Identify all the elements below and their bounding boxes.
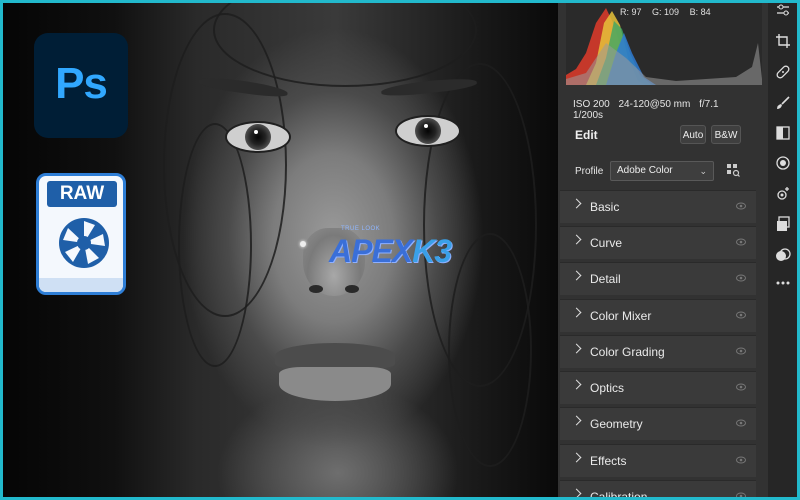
lens-value: 24-120@50 mm: [618, 99, 691, 110]
auto-button[interactable]: Auto: [680, 125, 706, 144]
profile-browser-icon[interactable]: [726, 163, 740, 177]
photoshop-logo-icon: Ps: [34, 33, 128, 138]
section-effects[interactable]: Effects: [560, 444, 756, 477]
more-icon[interactable]: [775, 275, 791, 291]
aperture-value: f/7.1: [699, 99, 719, 110]
section-label: Color Grading: [590, 345, 665, 359]
section-label: Color Mixer: [590, 309, 652, 323]
right-eye: [395, 115, 461, 147]
brush-icon[interactable]: [775, 95, 791, 111]
visibility-eye-icon[interactable]: [736, 492, 746, 497]
chevron-right-icon: [571, 343, 582, 354]
healing-icon[interactable]: [775, 64, 791, 80]
lower-lip: [279, 367, 391, 401]
section-color-mixer[interactable]: Color Mixer: [560, 299, 756, 332]
section-geometry[interactable]: Geometry: [560, 407, 756, 440]
tool-strip: [768, 3, 797, 497]
profile-label: Profile: [575, 166, 604, 177]
visibility-eye-icon[interactable]: [736, 456, 746, 464]
black-white-button[interactable]: B&W: [711, 125, 741, 144]
profile-dropdown[interactable]: Adobe Color ⌄: [610, 161, 714, 181]
visibility-eye-icon[interactable]: [736, 311, 746, 319]
visibility-eye-icon[interactable]: [736, 274, 746, 282]
raw-icon-footer: [39, 278, 123, 292]
iso-value: ISO 200: [573, 99, 610, 110]
photoshop-label: Ps: [55, 59, 108, 108]
section-calibration[interactable]: Calibration: [560, 480, 756, 497]
chevron-right-icon: [571, 198, 582, 209]
red-eye-icon[interactable]: [775, 186, 791, 202]
visibility-eye-icon[interactable]: [736, 419, 746, 427]
watermark-text: APEXK3: [329, 233, 452, 270]
edit-heading: Edit: [575, 128, 598, 142]
visibility-eye-icon[interactable]: [736, 202, 746, 210]
raw-file-icon: RAW: [36, 173, 126, 295]
watermark-tagline: TRUE LOOK: [341, 226, 381, 232]
chevron-right-icon: [571, 452, 582, 463]
chevron-right-icon: [571, 415, 582, 426]
section-optics[interactable]: Optics: [560, 371, 756, 404]
profile-value: Adobe Color: [617, 165, 673, 176]
blue-value: B: 84: [689, 7, 711, 17]
green-value: G: 109: [652, 7, 680, 17]
section-label: Calibration: [590, 490, 648, 497]
aperture-icon: [59, 218, 109, 268]
linear-gradient-icon[interactable]: [775, 125, 791, 141]
watermark-brand: APEX: [329, 233, 413, 269]
section-curve[interactable]: Curve: [560, 226, 756, 259]
upper-lip: [275, 343, 395, 369]
section-detail[interactable]: Detail: [560, 262, 756, 295]
section-basic[interactable]: Basic: [560, 190, 756, 223]
hair-strand: [178, 123, 252, 367]
section-label: Basic: [590, 200, 620, 214]
left-eye: [225, 121, 291, 153]
chevron-down-icon: ⌄: [699, 166, 707, 176]
section-label: Effects: [590, 454, 627, 468]
visibility-eye-icon[interactable]: [736, 383, 746, 391]
camera-raw-panel: R: 97 G: 109 B: 84 ISO 200 24-120@50 mm …: [558, 3, 768, 497]
nostril: [345, 285, 359, 293]
nostril: [309, 285, 323, 293]
visibility-eye-icon[interactable]: [736, 238, 746, 246]
watermark-brand-accent: K3: [412, 233, 452, 269]
section-label: Detail: [590, 272, 621, 286]
rgb-readout: R: 97 G: 109 B: 84: [620, 7, 719, 17]
snapshots-icon[interactable]: [775, 216, 791, 232]
chevron-right-icon: [571, 488, 582, 497]
section-label: Curve: [590, 236, 623, 250]
red-value: R: 97: [620, 7, 642, 17]
watermark-logo: TRUE LOOK APEXK3: [329, 223, 469, 273]
sliders-icon[interactable]: [775, 3, 791, 19]
radial-filter-icon[interactable]: [775, 155, 791, 171]
shutter-value: 1/200s: [573, 110, 604, 121]
section-label: Optics: [590, 381, 625, 395]
raw-label: RAW: [47, 181, 117, 207]
section-label: Geometry: [590, 417, 643, 431]
chevron-right-icon: [571, 234, 582, 245]
chevron-right-icon: [571, 270, 582, 281]
crop-icon[interactable]: [775, 33, 791, 49]
chevron-right-icon: [571, 307, 582, 318]
visibility-eye-icon[interactable]: [736, 347, 746, 355]
window-frame: Ps RAW TRUE LOOK APEXK3 R: 97 G: 109 B: …: [3, 3, 797, 497]
presets-icon[interactable]: [775, 247, 791, 263]
section-color-grading[interactable]: Color Grading: [560, 335, 756, 368]
camera-info: ISO 200 24-120@50 mm f/7.1 1/200s: [573, 99, 763, 121]
chevron-right-icon: [571, 379, 582, 390]
nose-stud: [300, 241, 306, 247]
